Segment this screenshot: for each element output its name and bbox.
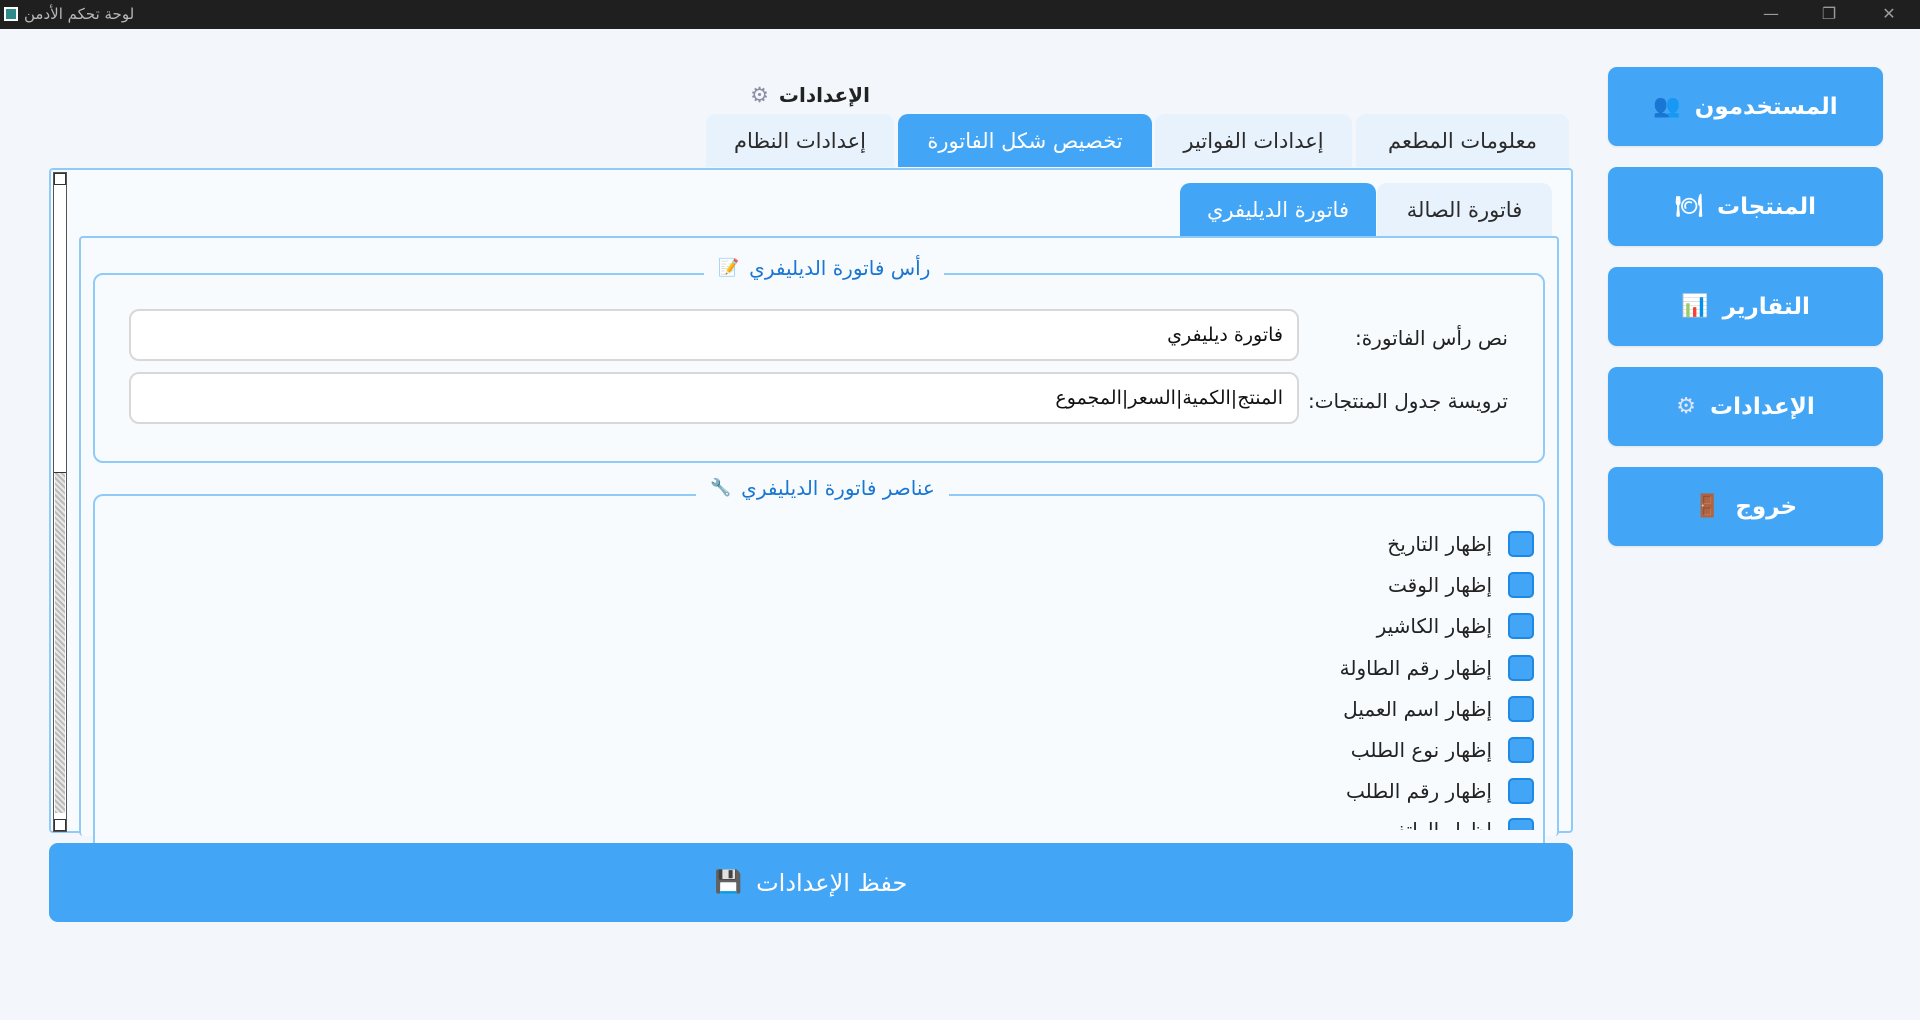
sidebar-item-label: التقارير [1722,293,1810,320]
floppy-disk-icon: 💾 [714,870,743,895]
page-title-text: الإعدادات [778,83,870,107]
tab-label: تخصيص شكل الفاتورة [927,128,1123,153]
users-icon: 👥 [1653,94,1681,119]
sidebar-item-label: خروج [1735,493,1798,520]
elements-group-legend: عناصر فاتورة الديليفري 🔧 [696,472,949,504]
subtab-delivery-invoice[interactable]: فاتورة الديليفري [1180,183,1376,236]
app-icon [4,7,18,21]
tab-label: إعدادات النظام [733,128,867,153]
checkbox-label: إظهار نوع الطلب [1350,738,1492,762]
checkbox-show-order-number[interactable]: إظهار رقم الطلب [1346,774,1534,808]
checkbox-show-phone[interactable]: إظهار الهاتف [1386,815,1534,830]
checkbox-show-time[interactable]: إظهار الوقت [1388,568,1534,602]
gear-icon: ⚙ [1676,394,1697,419]
tab-invoice-settings[interactable]: إعدادات الفواتير [1155,114,1352,167]
memo-icon: 📝 [718,258,740,278]
checkbox[interactable] [1508,696,1534,722]
table-header-label: ترويسة جدول المنتجات: [1307,389,1508,413]
checkbox-show-date[interactable]: إظهار التاريخ [1387,527,1534,561]
checkbox[interactable] [1508,572,1534,598]
maximize-button[interactable]: ❐ [1800,0,1858,29]
sidebar-item-products[interactable]: المنتجات 🍽 [1608,167,1883,246]
checkbox-label: إظهار الهاتف [1385,818,1492,830]
tab-restaurant-info[interactable]: معلومات المطعم [1356,114,1569,167]
plate-icon: 🍽 [1675,194,1703,219]
sidebar-item-label: المنتجات [1716,193,1816,220]
header-text-value: فاتورة ديليفري [1167,324,1283,346]
checkbox[interactable] [1508,818,1534,830]
save-label: حفظ الإعدادات [756,868,908,897]
scroll-thumb[interactable] [54,185,66,473]
checkbox[interactable] [1508,531,1534,557]
sidebar-item-label: الإعدادات [1710,393,1815,420]
checkbox-show-cashier[interactable]: إظهار الكاشير [1377,609,1534,643]
checkbox[interactable] [1508,778,1534,804]
checkbox-show-order-type[interactable]: إظهار نوع الطلب [1351,733,1534,767]
subtab-label: فاتورة الديليفري [1207,197,1349,222]
checkbox-label: إظهار التاريخ [1387,532,1492,556]
title-bar: لوحة تحكم الأدمن — ❐ ✕ [0,0,1920,29]
close-button[interactable]: ✕ [1860,0,1918,29]
door-icon: 🚪 [1693,494,1722,519]
save-settings-button[interactable]: حفظ الإعدادات 💾 [49,843,1573,922]
window-title: لوحة تحكم الأدمن [24,5,135,23]
scroll-track[interactable] [55,473,65,813]
tab-system-settings[interactable]: إعدادات النظام [706,114,894,167]
header-group-title: رأس فاتورة الديليفري [749,256,931,280]
chart-icon: 📊 [1681,294,1709,319]
gear-icon: ⚙ [750,83,769,107]
sidebar-item-users[interactable]: المستخدمون 👥 [1608,67,1883,146]
sidebar-item-logout[interactable]: خروج 🚪 [1608,467,1883,546]
scroll-down-button[interactable] [54,819,66,831]
vertical-scrollbar[interactable] [53,172,67,832]
checkbox-label: إظهار الكاشير [1376,614,1492,638]
wrench-icon: 🔧 [710,478,732,498]
header-text-input[interactable]: فاتورة ديليفري [129,309,1299,361]
subtab-hall-invoice[interactable]: فاتورة الصالة [1377,183,1552,236]
checkbox-label: إظهار رقم الطلب [1345,779,1492,803]
header-groupbox [93,273,1545,463]
checkbox-label: إظهار رقم الطاولة [1339,656,1492,680]
checkbox-show-table-number[interactable]: إظهار رقم الطاولة [1340,651,1534,685]
checkbox[interactable] [1508,655,1534,681]
table-header-value: المنتج|الكمية|السعر|المجموع [1055,387,1283,409]
minimize-button[interactable]: — [1742,0,1800,29]
tab-label: معلومات المطعم [1388,128,1537,153]
scroll-up-button[interactable] [54,173,66,185]
tab-invoice-customization[interactable]: تخصيص شكل الفاتورة [898,114,1152,167]
header-group-legend: رأس فاتورة الديليفري 📝 [704,252,945,284]
checkbox[interactable] [1508,737,1534,763]
sidebar-item-label: المستخدمون [1694,93,1838,120]
sidebar-item-reports[interactable]: التقارير 📊 [1608,267,1883,346]
checkbox-label: إظهار الوقت [1388,573,1492,597]
header-text-label: نص رأس الفاتورة: [1354,326,1508,350]
sidebar-item-settings[interactable]: الإعدادات ⚙ [1608,367,1883,446]
table-header-input[interactable]: المنتج|الكمية|السعر|المجموع [129,372,1299,424]
tab-label: إعدادات الفواتير [1183,128,1324,153]
checkbox-show-customer-name[interactable]: إظهار اسم العميل [1343,692,1534,726]
elements-groupbox [93,494,1545,854]
page-title: الإعدادات ⚙ [740,80,880,110]
subtab-label: فاتورة الصالة [1406,197,1523,222]
checkbox[interactable] [1508,613,1534,639]
elements-group-title: عناصر فاتورة الديليفري [741,476,935,500]
checkbox-label: إظهار اسم العميل [1343,697,1492,721]
